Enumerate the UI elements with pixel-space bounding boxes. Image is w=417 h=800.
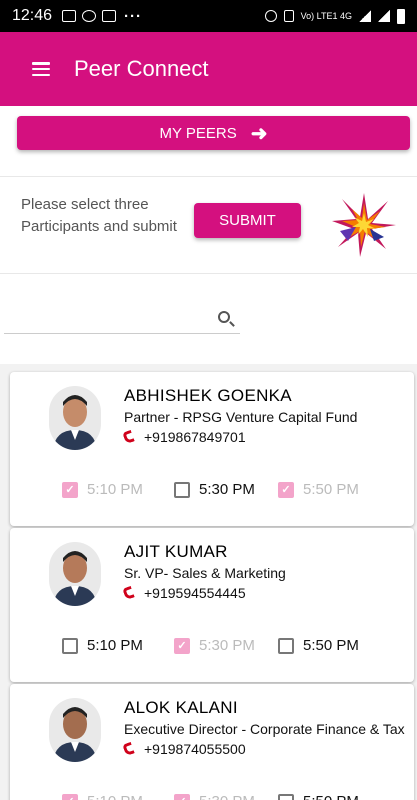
participant-card: ABHISHEK GOENKA Partner - RPSG Venture C…: [10, 372, 414, 526]
main-content: MY PEERS ➜ Please select three Participa…: [0, 106, 417, 800]
checkbox-icon: ✓: [174, 793, 190, 800]
phone-number: +919874055500: [144, 741, 246, 757]
participant-list[interactable]: ABHISHEK GOENKA Partner - RPSG Venture C…: [0, 364, 417, 800]
time-slot-checkbox[interactable]: ✓ 5:10 PM: [62, 481, 143, 498]
participant-name: ALOK KALANI: [124, 698, 238, 717]
system-status: Vo) LTE1 4G: [264, 8, 405, 24]
time-slot-label: 5:10 PM: [87, 481, 143, 498]
phone-icon: [122, 429, 135, 445]
time-slot-label: 5:10 PM: [87, 637, 143, 654]
app-bar: Peer Connect: [0, 32, 417, 106]
my-peers-label: MY PEERS: [159, 124, 237, 142]
avatar: [49, 542, 101, 606]
checkbox-icon: ✓: [278, 481, 294, 498]
phone-number: +919867849701: [144, 429, 246, 445]
phone-icon: [122, 741, 135, 757]
more-notifications-icon: ···: [124, 7, 143, 25]
time-slot-checkbox[interactable]: 5:10 PM: [62, 637, 143, 654]
time-slot-label: 5:50 PM: [303, 637, 359, 654]
messenger-notification-icon: [82, 10, 97, 22]
notification-icons: [62, 10, 117, 22]
time-slot-label: 5:30 PM: [199, 637, 255, 654]
selection-panel: Please select three Participants and sub…: [0, 176, 417, 274]
brand-logo-icon: [332, 193, 396, 257]
checkbox-icon: [174, 481, 190, 498]
hamburger-menu-icon[interactable]: [32, 62, 50, 76]
carrier-label: Vo) LTE1 4G: [300, 11, 352, 21]
phone-number: +919594554445: [144, 585, 246, 601]
image-notification-icon: [62, 10, 77, 22]
signal-icon: [359, 10, 371, 22]
checkbox-icon: ✓: [174, 637, 190, 654]
participant-role: Executive Director - Corporate Finance &…: [124, 721, 405, 737]
checkbox-icon: [278, 793, 294, 800]
participant-phone[interactable]: +919594554445: [122, 585, 246, 601]
time-slot-checkbox[interactable]: 5:50 PM: [278, 637, 359, 654]
checkbox-icon: [62, 637, 78, 654]
participant-card: AJIT KUMAR Sr. VP- Sales & Marketing +91…: [10, 528, 414, 682]
checkbox-icon: ✓: [62, 481, 78, 498]
time-slot-checkbox[interactable]: ✓ 5:10 PM: [62, 793, 143, 800]
submit-button[interactable]: SUBMIT: [194, 203, 301, 238]
time-slot-label: 5:50 PM: [303, 793, 359, 800]
time-slot-checkbox[interactable]: 5:30 PM: [174, 481, 255, 498]
checkbox-icon: [278, 637, 294, 654]
selection-message: Please select three Participants and sub…: [21, 196, 177, 235]
arrow-right-icon: ➜: [250, 122, 268, 145]
time-slots: 5:10 PM ✓ 5:30 PM 5:50 PM: [62, 637, 402, 659]
time-slot-label: 5:10 PM: [87, 793, 143, 800]
time-slot-checkbox[interactable]: ✓ 5:50 PM: [278, 481, 359, 498]
time-slot-checkbox[interactable]: ✓ 5:30 PM: [174, 637, 255, 654]
phone-icon: [122, 585, 135, 601]
time-slot-checkbox[interactable]: ✓ 5:30 PM: [174, 793, 255, 800]
time-slot-checkbox[interactable]: 5:50 PM: [278, 793, 359, 800]
participant-name: AJIT KUMAR: [124, 542, 228, 561]
time-slot-label: 5:30 PM: [199, 793, 255, 800]
avatar: [49, 386, 101, 450]
time-slots: ✓ 5:10 PM 5:30 PM ✓ 5:50 PM: [62, 481, 402, 503]
search-input[interactable]: [4, 304, 204, 332]
alarm-icon: [264, 10, 277, 22]
time-slot-label: 5:30 PM: [199, 481, 255, 498]
message-notification-icon: [102, 10, 117, 22]
participant-name: ABHISHEK GOENKA: [124, 386, 292, 405]
participant-card: ALOK KALANI Executive Director - Corpora…: [10, 684, 414, 800]
checkbox-icon: ✓: [62, 793, 78, 800]
participant-phone[interactable]: +919867849701: [122, 429, 246, 445]
avatar: [49, 698, 101, 762]
participant-role: Sr. VP- Sales & Marketing: [124, 565, 286, 581]
mute-icon: [283, 10, 294, 22]
my-peers-button[interactable]: MY PEERS ➜: [17, 116, 410, 150]
battery-icon: [397, 8, 405, 24]
search-bar: [4, 304, 240, 334]
status-bar: 12:46 ··· Vo) LTE1 4G: [0, 0, 417, 32]
signal-2-icon: [378, 10, 390, 22]
participant-role: Partner - RPSG Venture Capital Fund: [124, 409, 358, 425]
search-icon[interactable]: [218, 311, 230, 323]
page-title: Peer Connect: [74, 56, 209, 81]
participant-phone[interactable]: +919874055500: [122, 741, 246, 757]
time-slots: ✓ 5:10 PM✓ 5:30 PM 5:50 PM: [62, 793, 402, 800]
status-time: 12:46: [12, 7, 53, 24]
time-slot-label: 5:50 PM: [303, 481, 359, 498]
